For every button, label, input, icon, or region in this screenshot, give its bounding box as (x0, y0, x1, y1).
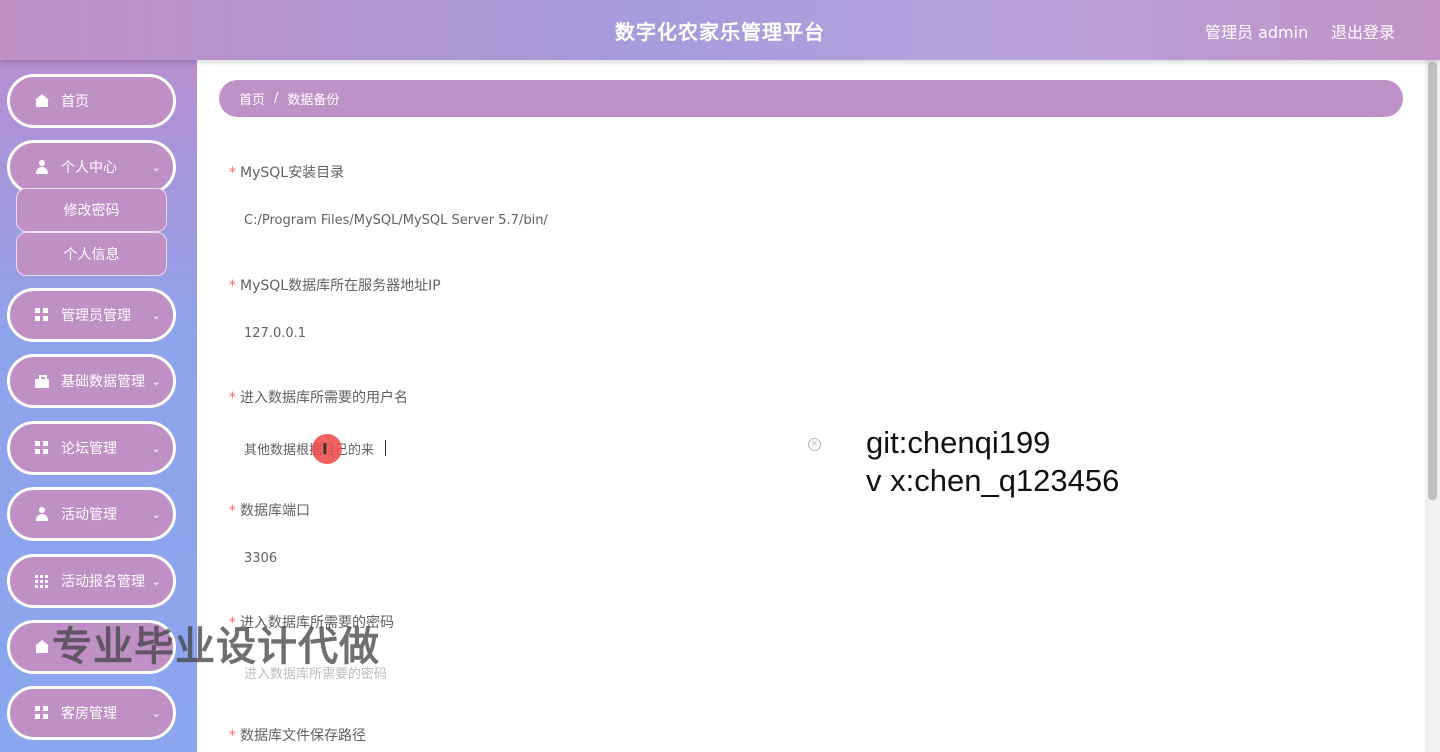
chevron-down-icon: ⌄ (151, 375, 161, 388)
field-label-db-port: * 数据库端口 (229, 503, 310, 519)
breadcrumb: 首页 / 数据备份 (219, 80, 1403, 117)
sidebar-item-admin-management[interactable]: 管理员管理 ⌄ (7, 288, 176, 342)
chevron-down-icon: ⌄ (151, 442, 161, 455)
breadcrumb-home[interactable]: 首页 (239, 89, 265, 108)
sidebar-subitem-change-password[interactable]: 修改密码 (16, 188, 167, 232)
chevron-down-icon: ⌄ (151, 161, 161, 174)
overlay-watermark-text: 专业毕业设计代做 (52, 624, 380, 670)
text-caret (385, 440, 386, 456)
field-label-db-username: * 进入数据库所需要的用户名 (229, 390, 408, 406)
grid9-icon (35, 574, 49, 588)
scrollbar-thumb[interactable] (1428, 62, 1437, 500)
grid-icon (35, 706, 49, 720)
current-user: 管理员 admin (1205, 23, 1309, 42)
sidebar-item-label: 论坛管理 (61, 441, 117, 457)
user-icon (35, 160, 49, 174)
chevron-down-icon: ⌄ (151, 575, 161, 588)
clear-icon[interactable]: × (808, 438, 821, 451)
mouse-cursor (312, 434, 342, 464)
overlay-vx-line: v x:chen_q123456 (866, 463, 1120, 498)
mysql-dir-input[interactable]: C:/Program Files/MySQL/MySQL Server 5.7/… (244, 213, 548, 228)
sidebar-item-room-management[interactable]: 客房管理 ⌄ (7, 686, 176, 740)
home-icon (35, 94, 49, 108)
breadcrumb-separator: / (274, 91, 279, 106)
overlay-contact-text: git:chenqi199 v x:chen_q123456 (866, 424, 1119, 500)
sidebar-item-label: 活动管理 (61, 507, 117, 523)
sidebar-item-label: 个人中心 (61, 160, 117, 176)
logout-link[interactable]: 退出登录 (1331, 19, 1395, 43)
sidebar-item-activity[interactable]: 活动管理 ⌄ (7, 487, 176, 541)
sidebar-item-forum[interactable]: 论坛管理 ⌄ (7, 421, 176, 475)
db-username-input[interactable]: 其他数据根据自己的来 (244, 439, 374, 458)
vertical-scrollbar[interactable] (1425, 60, 1440, 752)
sidebar-item-basic-data[interactable]: 基础数据管理 ⌄ (7, 354, 176, 408)
chevron-down-icon: ⌄ (151, 508, 161, 521)
overlay-git-line: git:chenqi199 (866, 425, 1051, 460)
sidebar-item-label: 活动报名管理 (61, 574, 145, 590)
field-label-backup-path: * 数据库文件保存路径 (229, 728, 366, 744)
sidebar-item-home[interactable]: 首页 (7, 74, 176, 128)
grid-icon (35, 308, 49, 322)
sidebar-subitem-personal-info[interactable]: 个人信息 (16, 232, 167, 276)
top-header: 数字化农家乐管理平台 管理员 admin 退出登录 (0, 0, 1440, 60)
main-content: 首页 / 数据备份 * MySQL安装目录 C:/Program Files/My… (197, 60, 1425, 752)
db-port-input[interactable]: 3306 (244, 551, 277, 566)
server-ip-input[interactable]: 127.0.0.1 (244, 326, 306, 341)
user-icon (35, 507, 49, 521)
breadcrumb-current: 数据备份 (287, 93, 340, 108)
briefcase-icon (35, 374, 49, 388)
sidebar-item-label: 管理员管理 (61, 308, 131, 324)
field-label-mysql-dir: * MySQL安装目录 (229, 165, 345, 181)
sidebar-item-label: 基础数据管理 (61, 374, 145, 390)
field-label-server-ip: * MySQL数据库所在服务器地址IP (229, 278, 441, 294)
sidebar-item-activity-signup[interactable]: 活动报名管理 ⌄ (7, 554, 176, 608)
sidebar-item-personal-center[interactable]: 个人中心 ⌄ (7, 140, 176, 194)
sidebar-item-label: 客房管理 (61, 706, 117, 722)
chevron-down-icon: ⌄ (151, 707, 161, 720)
sidebar-item-label: 首页 (61, 94, 89, 110)
home-icon (35, 640, 49, 654)
chevron-down-icon: ⌄ (151, 309, 161, 322)
grid-icon (35, 441, 49, 455)
